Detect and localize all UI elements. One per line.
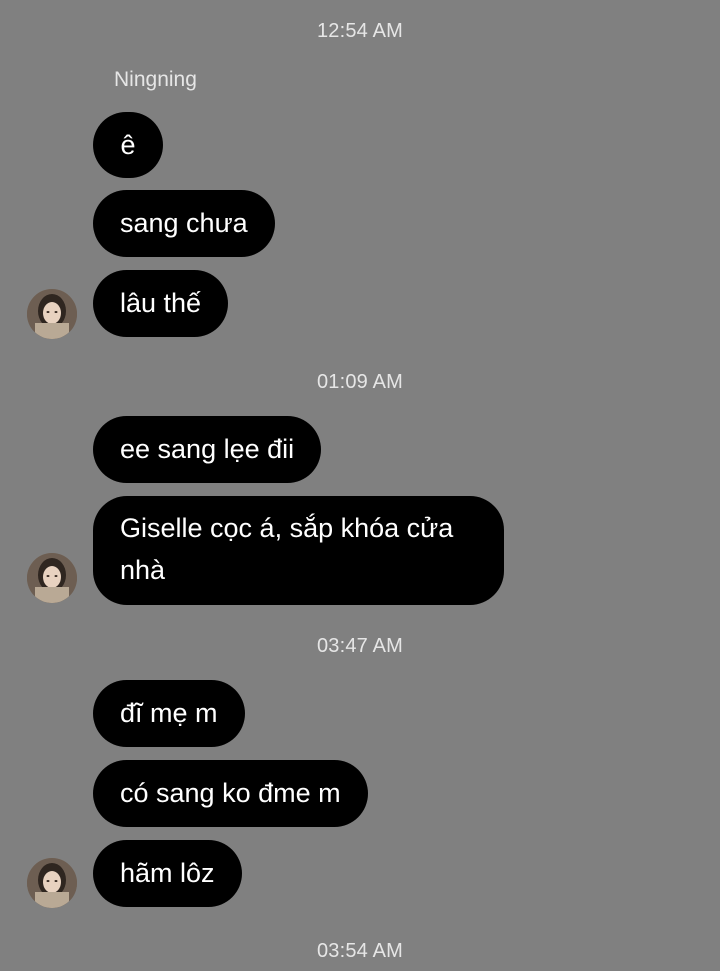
avatar[interactable] bbox=[27, 553, 77, 603]
message-bubble[interactable]: đĩ mẹ m bbox=[93, 680, 245, 747]
message-bubble[interactable]: sang chưa bbox=[93, 190, 275, 257]
avatar-image bbox=[27, 858, 77, 908]
timestamp: 01:09 AM bbox=[316, 371, 404, 393]
message-bubble[interactable]: có sang ko đme m bbox=[93, 760, 368, 827]
message-bubble[interactable]: hãm lôz bbox=[93, 840, 242, 907]
avatar-image bbox=[27, 553, 77, 603]
avatar-image bbox=[27, 289, 77, 339]
message-bubble[interactable]: ê bbox=[93, 112, 163, 178]
timestamp: 03:47 AM bbox=[316, 635, 404, 657]
avatar[interactable] bbox=[27, 858, 77, 908]
message-bubble[interactable]: Giselle cọc á, sắp khóa cửa nhà bbox=[93, 496, 504, 605]
timestamp: 03:54 AM bbox=[316, 940, 404, 962]
message-bubble[interactable]: ee sang lẹe đii bbox=[93, 416, 322, 483]
message-bubble[interactable]: lâu thế bbox=[93, 270, 229, 337]
sender-name: Ningning bbox=[114, 68, 197, 91]
timestamp: 12:54 AM bbox=[316, 20, 404, 42]
avatar[interactable] bbox=[27, 289, 77, 339]
